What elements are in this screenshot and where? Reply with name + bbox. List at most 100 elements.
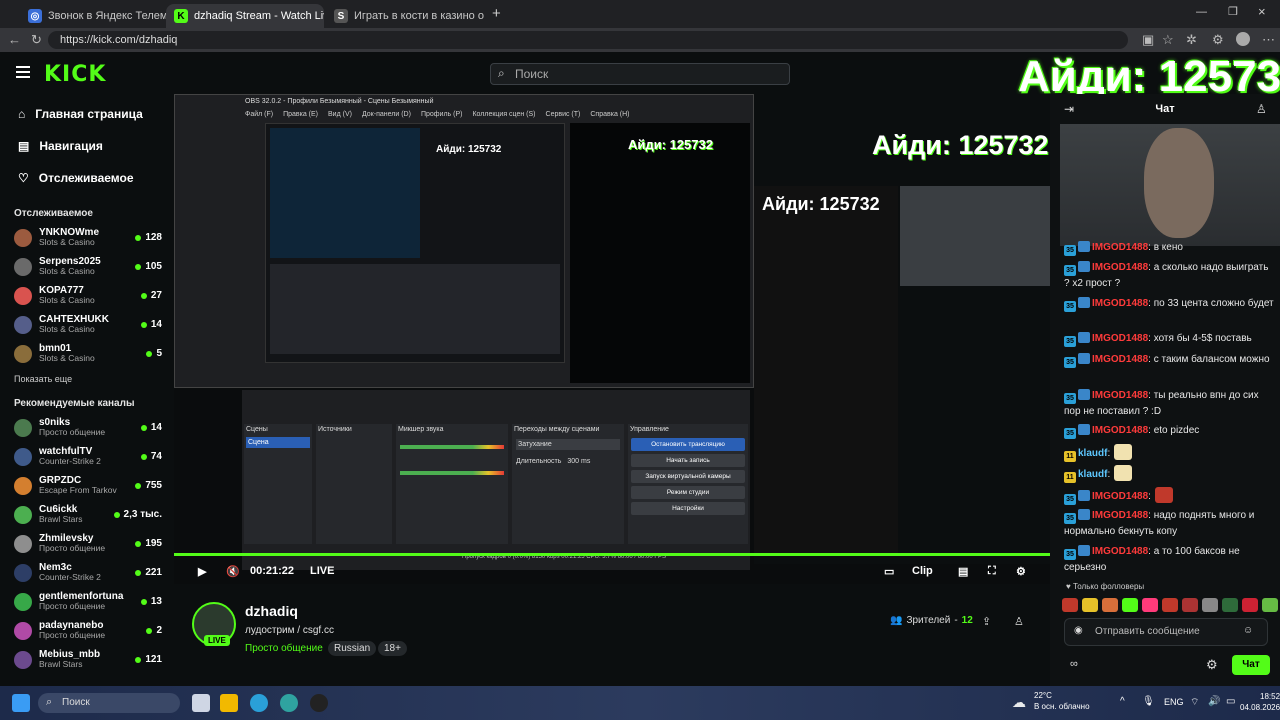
channel-item[interactable]: padaynanebo Просто общение 2 <box>0 616 172 645</box>
mute-icon[interactable]: 🔇 <box>226 565 240 578</box>
tab-yandex[interactable]: ◎ Звонок в Яндекс Телемосте × <box>20 4 168 28</box>
profile-avatar[interactable] <box>1236 32 1250 46</box>
chat-points-icon[interactable]: ∞ <box>1070 658 1078 670</box>
obs-menu-item[interactable]: Профиль (P) <box>421 111 463 118</box>
network-icon[interactable]: ⌔ <box>1190 696 1199 709</box>
microphone-icon[interactable]: 🎙 <box>1142 696 1155 707</box>
emote-icon[interactable] <box>1102 598 1118 612</box>
play-icon[interactable]: ▶ <box>198 565 206 578</box>
taskbar-search[interactable]: Поиск <box>38 693 180 713</box>
emote-icon[interactable] <box>1082 598 1098 612</box>
channel-item[interactable]: s0niks Просто общение 14 <box>0 413 172 442</box>
emote-icon[interactable] <box>1062 598 1078 612</box>
weather[interactable]: 22°C В осн. облачно <box>1034 690 1090 712</box>
reload-icon[interactable]: ↻ <box>31 32 42 48</box>
tab-kick[interactable]: K dzhadiq Stream - Watch Live on K × <box>166 4 324 28</box>
emoji-icon[interactable]: ☺ <box>1243 625 1253 636</box>
extensions-icon[interactable]: ✲ <box>1186 32 1197 48</box>
channel-item[interactable]: KOPA777 Slots & Casino 27 <box>0 281 172 310</box>
obs-menu-item[interactable]: Вид (V) <box>328 111 352 118</box>
channel-item[interactable]: Mebius_mbb Brawl Stars 121 <box>0 645 172 674</box>
edge-icon[interactable] <box>280 694 298 712</box>
chat-username[interactable]: IMGOD1488 <box>1092 510 1148 521</box>
windows-start-icon[interactable] <box>12 694 30 712</box>
tag-language[interactable]: Russian <box>328 641 377 656</box>
close-window-button[interactable]: × <box>1258 4 1266 19</box>
chat-username[interactable]: IMGOD1488 <box>1092 425 1148 436</box>
channel-item[interactable]: bmn01 Slots & Casino 5 <box>0 339 172 368</box>
emote-icon[interactable] <box>1142 598 1158 612</box>
kick-logo[interactable]: KICK <box>44 62 106 87</box>
channel-item[interactable]: Serpens2025 Slots & Casino 105 <box>0 252 172 281</box>
settings-icon[interactable]: ⚙ <box>1016 565 1026 578</box>
language-indicator[interactable]: ENG <box>1164 697 1184 707</box>
hamburger-icon[interactable] <box>16 66 30 78</box>
task-view-icon[interactable] <box>192 694 210 712</box>
channel-item[interactable]: Zhmilevsky Просто общение 195 <box>0 529 172 558</box>
url-field[interactable]: https://kick.com/dzhadiq <box>48 31 1128 49</box>
obs-menu-item[interactable]: Справка (H) <box>590 111 629 118</box>
chat-username[interactable]: IMGOD1488 <box>1092 262 1148 273</box>
obs-menu-item[interactable]: Док-панели (D) <box>362 111 411 118</box>
chat-username[interactable]: klaudf <box>1078 469 1107 480</box>
tray-chevron-icon[interactable]: ^ <box>1120 696 1125 707</box>
clock[interactable]: 18:52 04.08.2026 <box>1240 691 1280 713</box>
emote-icon[interactable] <box>1262 598 1278 612</box>
chat-username[interactable]: IMGOD1488 <box>1092 546 1148 557</box>
stream-category[interactable]: Просто общение <box>245 643 323 654</box>
emote-icon[interactable] <box>1202 598 1218 612</box>
chat-username[interactable]: IMGOD1488 <box>1092 390 1148 401</box>
theater-icon[interactable]: ▭ <box>884 565 894 578</box>
channel-item[interactable]: Cu6ickk Brawl Stars 2,3 тыс. <box>0 500 172 529</box>
emote-icon[interactable] <box>1162 598 1178 612</box>
obs-control-button[interactable]: Остановить трансляцию <box>631 438 745 451</box>
seek-bar[interactable] <box>174 553 1050 556</box>
obs-transition-select[interactable]: Затухание <box>516 439 620 450</box>
collections-icon[interactable]: ⚙ <box>1212 32 1224 48</box>
obs-scene-item[interactable]: Сцена <box>246 437 310 448</box>
streamer-name[interactable]: dzhadiq <box>245 603 298 619</box>
nav-browse[interactable]: ▤ Навигация <box>0 130 172 162</box>
chat-users-icon[interactable]: ♙ <box>1256 102 1267 116</box>
back-icon[interactable]: ← <box>8 32 21 47</box>
telegram-icon[interactable] <box>250 694 268 712</box>
channel-item[interactable]: GRPZDC Escape From Tarkov 755 <box>0 471 172 500</box>
reader-icon[interactable]: ▣ <box>1142 32 1154 48</box>
obs-menu-item[interactable]: Правка (E) <box>283 111 318 118</box>
chat-username[interactable]: IMGOD1488 <box>1092 354 1148 365</box>
chat-username[interactable]: IMGOD1488 <box>1092 242 1148 253</box>
channel-item[interactable]: gentlemenfortuna Просто общение 13 <box>0 587 172 616</box>
send-chat-button[interactable]: Чат <box>1232 655 1270 675</box>
fullscreen-icon[interactable]: ⛶ <box>988 565 996 578</box>
obs-duration-field[interactable]: 300 ms <box>567 458 590 465</box>
obs-control-button[interactable]: Режим студии <box>631 486 745 499</box>
follow-icon[interactable]: ♙ <box>1014 615 1024 628</box>
obs-menu-item[interactable]: Коллекция сцен (S) <box>472 111 535 118</box>
obs-control-button[interactable]: Начать запись <box>631 454 745 467</box>
search-input[interactable]: Поиск <box>490 63 790 85</box>
obs-control-button[interactable]: Настройки <box>631 502 745 515</box>
emote-icon[interactable] <box>1222 598 1238 612</box>
maximize-button[interactable]: ❐ <box>1228 5 1238 18</box>
channel-item[interactable]: Nem3c Counter-Strike 2 221 <box>0 558 172 587</box>
share-icon[interactable]: ⇪ <box>982 615 991 628</box>
volume-icon[interactable]: 🔊 <box>1208 696 1220 707</box>
nav-home[interactable]: ⌂ Главная страница <box>0 98 172 130</box>
minimize-button[interactable]: — <box>1196 6 1207 18</box>
channel-item[interactable]: CAHTEXHUKK Slots & Casino 14 <box>0 310 172 339</box>
new-tab-button[interactable]: + <box>492 5 501 22</box>
live-label[interactable]: LIVE <box>310 565 334 577</box>
channel-item[interactable]: YNKNOWme Slots & Casino 128 <box>0 223 172 252</box>
explorer-icon[interactable] <box>220 694 238 712</box>
obs-menu-item[interactable]: Сервис (T) <box>546 111 581 118</box>
obs-control-button[interactable]: Запуск виртуальной камеры <box>631 470 745 483</box>
chat-input[interactable]: Отправить сообщение <box>1064 618 1268 646</box>
tab-casino[interactable]: S Играть в кости в казино онлайн × <box>326 4 484 28</box>
menu-icon[interactable]: ⋯ <box>1262 32 1275 48</box>
tag-age[interactable]: 18+ <box>378 641 407 656</box>
chat-username[interactable]: IMGOD1488 <box>1092 491 1148 502</box>
clip-button[interactable]: Clip <box>912 565 933 577</box>
battery-icon[interactable]: ▭ <box>1226 696 1235 707</box>
emote-icon[interactable] <box>1182 598 1198 612</box>
show-more-link[interactable]: Показать еще <box>0 368 172 390</box>
